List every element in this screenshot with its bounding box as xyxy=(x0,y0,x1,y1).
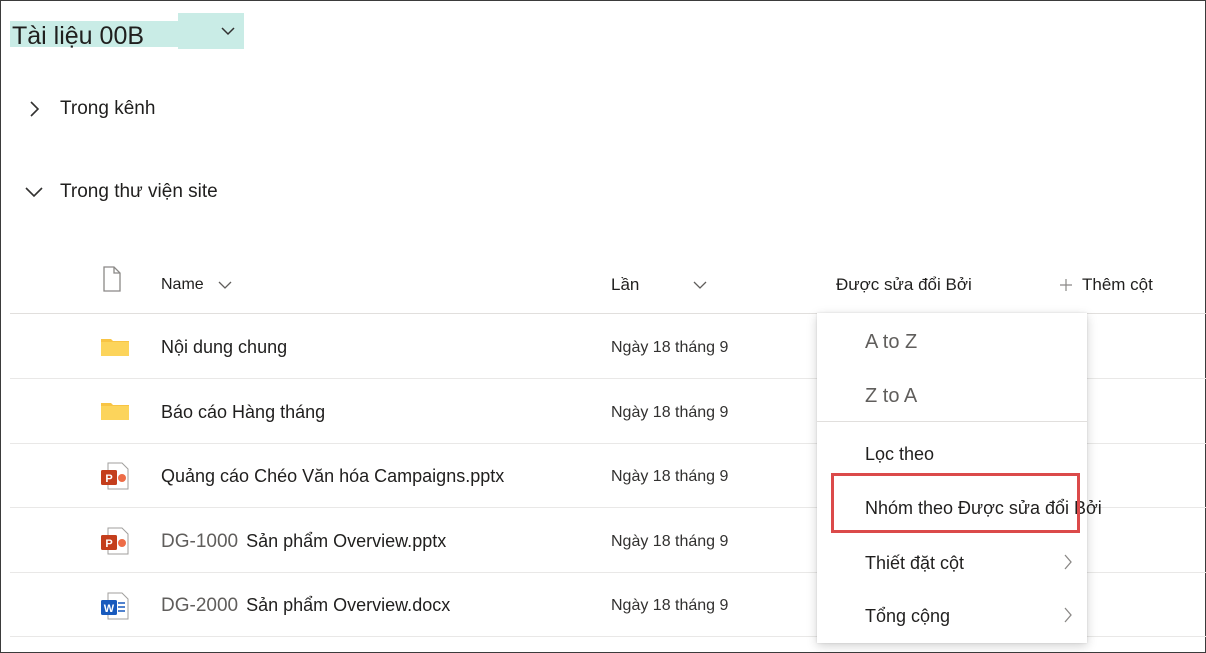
menu-item-label: Z to A xyxy=(865,384,918,407)
menu-item-filter-by[interactable]: Lọc theo xyxy=(817,431,1087,477)
column-header-modified-by-label: Được sửa đổi Bởi xyxy=(836,275,972,294)
chevron-down-icon[interactable] xyxy=(220,23,236,39)
document-id: DG-1000 xyxy=(161,531,239,552)
word-icon: W xyxy=(100,592,130,625)
file-name-text[interactable]: Quảng cáo Chéo Văn hóa Campaigns.pptx xyxy=(161,466,504,487)
column-header-modified[interactable]: Lần xyxy=(611,274,707,296)
powerpoint-icon: P xyxy=(100,462,130,495)
menu-item-totals[interactable]: Tổng cộng xyxy=(817,593,1087,639)
file-name[interactable]: DG-1000 Sản phẩm Overview.pptx xyxy=(161,531,446,553)
document-id: DG-2000 xyxy=(161,595,239,616)
powerpoint-icon: P xyxy=(100,527,130,560)
file-name-text[interactable]: Báo cáo Hàng tháng xyxy=(161,402,325,423)
section-in-channel[interactable]: Trong kênh xyxy=(24,94,155,124)
menu-item-sort-a-to-z[interactable]: A to Z xyxy=(817,319,1087,365)
file-name[interactable]: Báo cáo Hàng tháng xyxy=(161,402,325,423)
svg-text:P: P xyxy=(105,538,112,550)
file-name[interactable]: DG-2000 Sản phẩm Overview.docx xyxy=(161,595,450,617)
column-header-name-label: Name xyxy=(161,276,204,293)
column-header-modified-label: Lần xyxy=(611,275,640,294)
file-name-text[interactable]: Sản phẩm Overview.docx xyxy=(246,595,450,616)
menu-item-sort-z-to-a[interactable]: Z to A xyxy=(817,373,1087,419)
section-in-site-library[interactable]: Trong thư viện site xyxy=(24,177,218,207)
file-name[interactable]: Nội dung chung xyxy=(161,337,287,358)
document-icon xyxy=(102,266,122,292)
menu-item-label: Tổng cộng xyxy=(865,605,951,626)
chevron-down-icon[interactable] xyxy=(218,280,232,290)
folder-icon xyxy=(100,337,130,362)
modified-date: Ngày 18 tháng 9 xyxy=(611,339,729,356)
chevron-down-icon[interactable] xyxy=(693,280,707,290)
section-label: Trong kênh xyxy=(60,98,156,119)
modified-date: Ngày 18 tháng 9 xyxy=(611,468,729,485)
menu-item-label: A to Z xyxy=(865,330,918,353)
column-header-name[interactable]: Name xyxy=(161,274,232,296)
modified-date: Ngày 18 tháng 9 xyxy=(611,533,729,550)
modified-date: Ngày 18 tháng 9 xyxy=(611,597,729,614)
menu-divider xyxy=(817,421,1087,422)
library-title-switcher[interactable]: Tài liệu 00B xyxy=(10,13,244,50)
column-header-modified-by[interactable]: Được sửa đổi Bởi xyxy=(836,274,972,296)
chevron-right-icon xyxy=(1064,554,1072,570)
plus-icon xyxy=(1060,279,1072,291)
add-column-button[interactable]: Thêm cột xyxy=(1060,274,1153,296)
modified-date: Ngày 18 tháng 9 xyxy=(611,404,729,421)
menu-item-column-settings[interactable]: Thiết đặt cột xyxy=(817,540,1087,586)
library-title: Tài liệu 00B xyxy=(12,22,145,50)
menu-item-label: Thiết đặt cột xyxy=(865,552,965,573)
svg-text:P: P xyxy=(105,473,112,485)
chevron-right-icon xyxy=(1064,607,1072,623)
chevron-right-icon[interactable] xyxy=(24,99,44,119)
section-label: Trong thư viện site xyxy=(60,181,218,202)
column-header-row: Name Lần Được sửa đổi Bởi Thêm cột xyxy=(10,264,1206,314)
add-column-label: Thêm cột xyxy=(1082,275,1153,294)
file-name[interactable]: Quảng cáo Chéo Văn hóa Campaigns.pptx xyxy=(161,466,504,487)
chevron-down-icon[interactable] xyxy=(24,182,44,202)
menu-item-label: Lọc theo xyxy=(865,443,935,464)
svg-text:W: W xyxy=(104,603,115,615)
file-name-text[interactable]: Nội dung chung xyxy=(161,337,287,358)
file-name-text[interactable]: Sản phẩm Overview.pptx xyxy=(246,531,446,552)
highlight-box xyxy=(831,473,1080,533)
folder-icon xyxy=(100,401,130,426)
